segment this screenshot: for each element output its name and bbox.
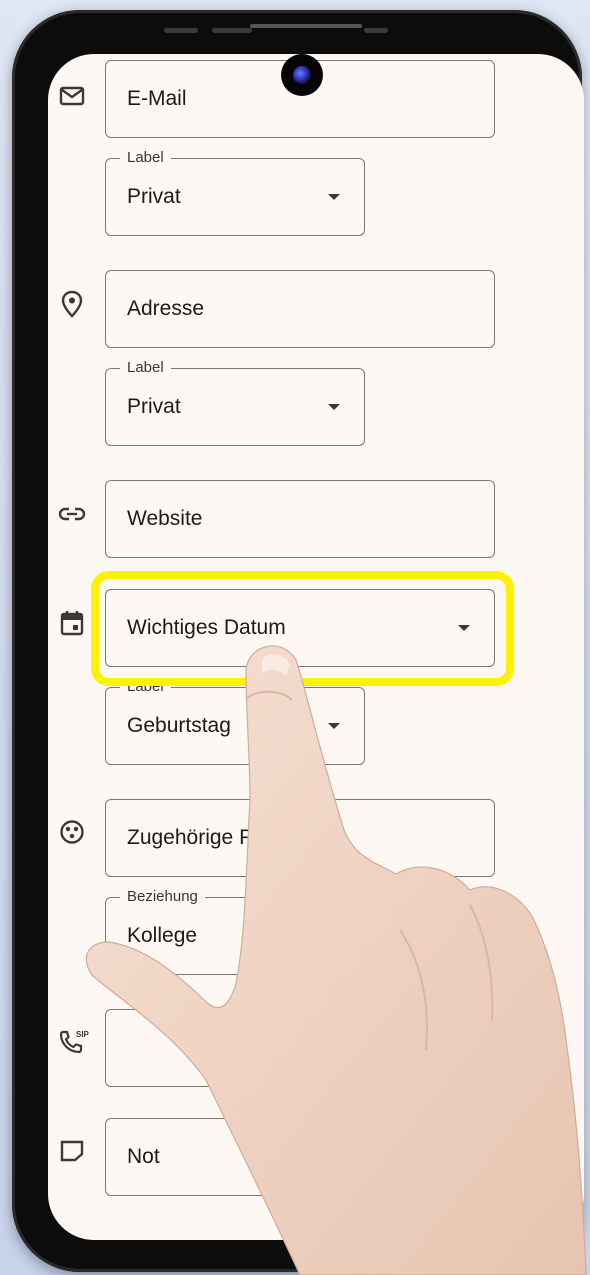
- address-label-value: Privat: [127, 395, 181, 418]
- calendar-icon: [58, 609, 86, 637]
- dropdown-arrow-icon: [328, 194, 340, 200]
- tap-highlight: [91, 571, 514, 686]
- phone-speaker-grille: [250, 24, 362, 28]
- email-label-select[interactable]: Label Privat: [105, 149, 365, 236]
- sip-input[interactable]: [105, 1009, 495, 1087]
- relation-caption: Beziehung: [120, 888, 205, 905]
- website-input-text: Website: [127, 507, 203, 530]
- front-camera: [281, 54, 323, 96]
- sip-badge-text: SIP: [76, 1030, 90, 1039]
- relation-select[interactable]: Beziehung Kollege: [105, 888, 365, 975]
- dropdown-arrow-icon: [328, 723, 340, 729]
- address-input-text: Adresse: [127, 297, 205, 320]
- relation-icon: [58, 818, 86, 846]
- date-label-select[interactable]: Label Geburtstag: [105, 678, 365, 765]
- email-icon: [58, 82, 86, 110]
- relation-value: Kollege: [127, 924, 198, 947]
- location-pin-icon: [58, 290, 86, 318]
- address-label-caption: Label: [120, 359, 171, 376]
- address-label-select[interactable]: Label Privat: [105, 359, 365, 446]
- address-input[interactable]: Adresse: [105, 270, 495, 348]
- notes-icon: [58, 1137, 86, 1165]
- phone-top-button: [212, 28, 252, 33]
- dropdown-arrow-icon: [328, 404, 340, 410]
- notes-input[interactable]: Not: [105, 1118, 495, 1196]
- website-input[interactable]: Website: [105, 480, 495, 558]
- phone-top-button: [364, 28, 388, 33]
- related-person-text: Zugehörige Pe: [127, 826, 265, 849]
- notes-input-text: Not: [127, 1145, 160, 1168]
- sip-phone-icon: SIP: [58, 1028, 90, 1056]
- phone-top-button: [164, 28, 198, 33]
- email-label-value: Privat: [127, 185, 181, 208]
- related-person-input[interactable]: Zugehörige Pe: [105, 799, 495, 877]
- email-input-text: E-Mail: [127, 87, 187, 110]
- email-label-caption: Label: [120, 149, 171, 166]
- link-icon: [58, 500, 86, 528]
- date-label-value: Geburtstag: [127, 714, 231, 737]
